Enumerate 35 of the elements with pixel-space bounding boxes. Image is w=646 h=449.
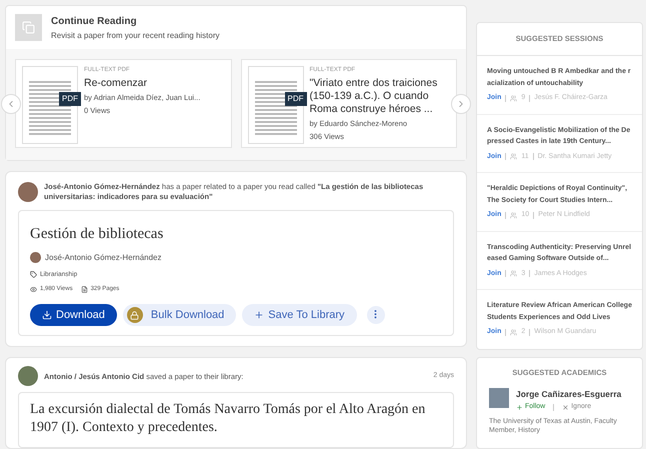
academic-name[interactable]: Jorge Cañizares-Esguerra bbox=[516, 388, 622, 400]
next-button[interactable] bbox=[451, 94, 471, 114]
paper-title[interactable]: La excursión dialectal de Tomás Navarro Tomás por el Alto Aragón en 1907 (I). Contexto y precedentes. bbox=[30, 401, 442, 438]
avatar bbox=[18, 366, 38, 386]
paper-title[interactable]: Gestión de bibliotecas bbox=[30, 223, 442, 246]
paper-thumbnail[interactable]: PDF bbox=[22, 66, 78, 144]
bulk-download-button[interactable]: Bulk Download bbox=[122, 304, 236, 326]
more-button[interactable]: ⁝ bbox=[366, 306, 385, 324]
close-icon bbox=[562, 404, 570, 411]
lock-icon bbox=[126, 307, 143, 324]
tag-icon bbox=[30, 270, 37, 278]
people-icon bbox=[510, 328, 518, 336]
previous-button[interactable] bbox=[1, 94, 21, 114]
page-icon bbox=[80, 286, 88, 294]
paper-title[interactable]: "Viriato entre dos traiciones (150-139 a.C.). O cuando Roma construye héroes ... bbox=[310, 77, 450, 116]
save-to-library-button[interactable]: Save To Library bbox=[242, 304, 357, 326]
download-button[interactable]: Download bbox=[30, 304, 117, 326]
avatar bbox=[18, 182, 38, 202]
paper-author[interactable]: José-Antonio Gómez-Hernández bbox=[45, 252, 162, 264]
section-title: Continue Reading bbox=[51, 14, 138, 28]
copy-icon bbox=[15, 14, 42, 41]
people-icon bbox=[510, 153, 518, 160]
people-icon bbox=[510, 270, 518, 278]
plus-icon bbox=[254, 310, 264, 320]
paper-title[interactable]: Re-comenzar bbox=[84, 77, 200, 90]
plus-icon bbox=[516, 404, 523, 411]
eye-icon bbox=[30, 286, 37, 294]
people-icon bbox=[510, 212, 518, 219]
download-icon bbox=[42, 310, 52, 320]
people-icon bbox=[510, 94, 518, 102]
section-subtitle: Revisit a paper from your recent reading history bbox=[51, 30, 220, 42]
avatar bbox=[30, 252, 41, 263]
avatar bbox=[489, 388, 509, 408]
pdf-badge: PDF bbox=[284, 92, 306, 106]
pdf-badge: PDF bbox=[59, 92, 81, 106]
